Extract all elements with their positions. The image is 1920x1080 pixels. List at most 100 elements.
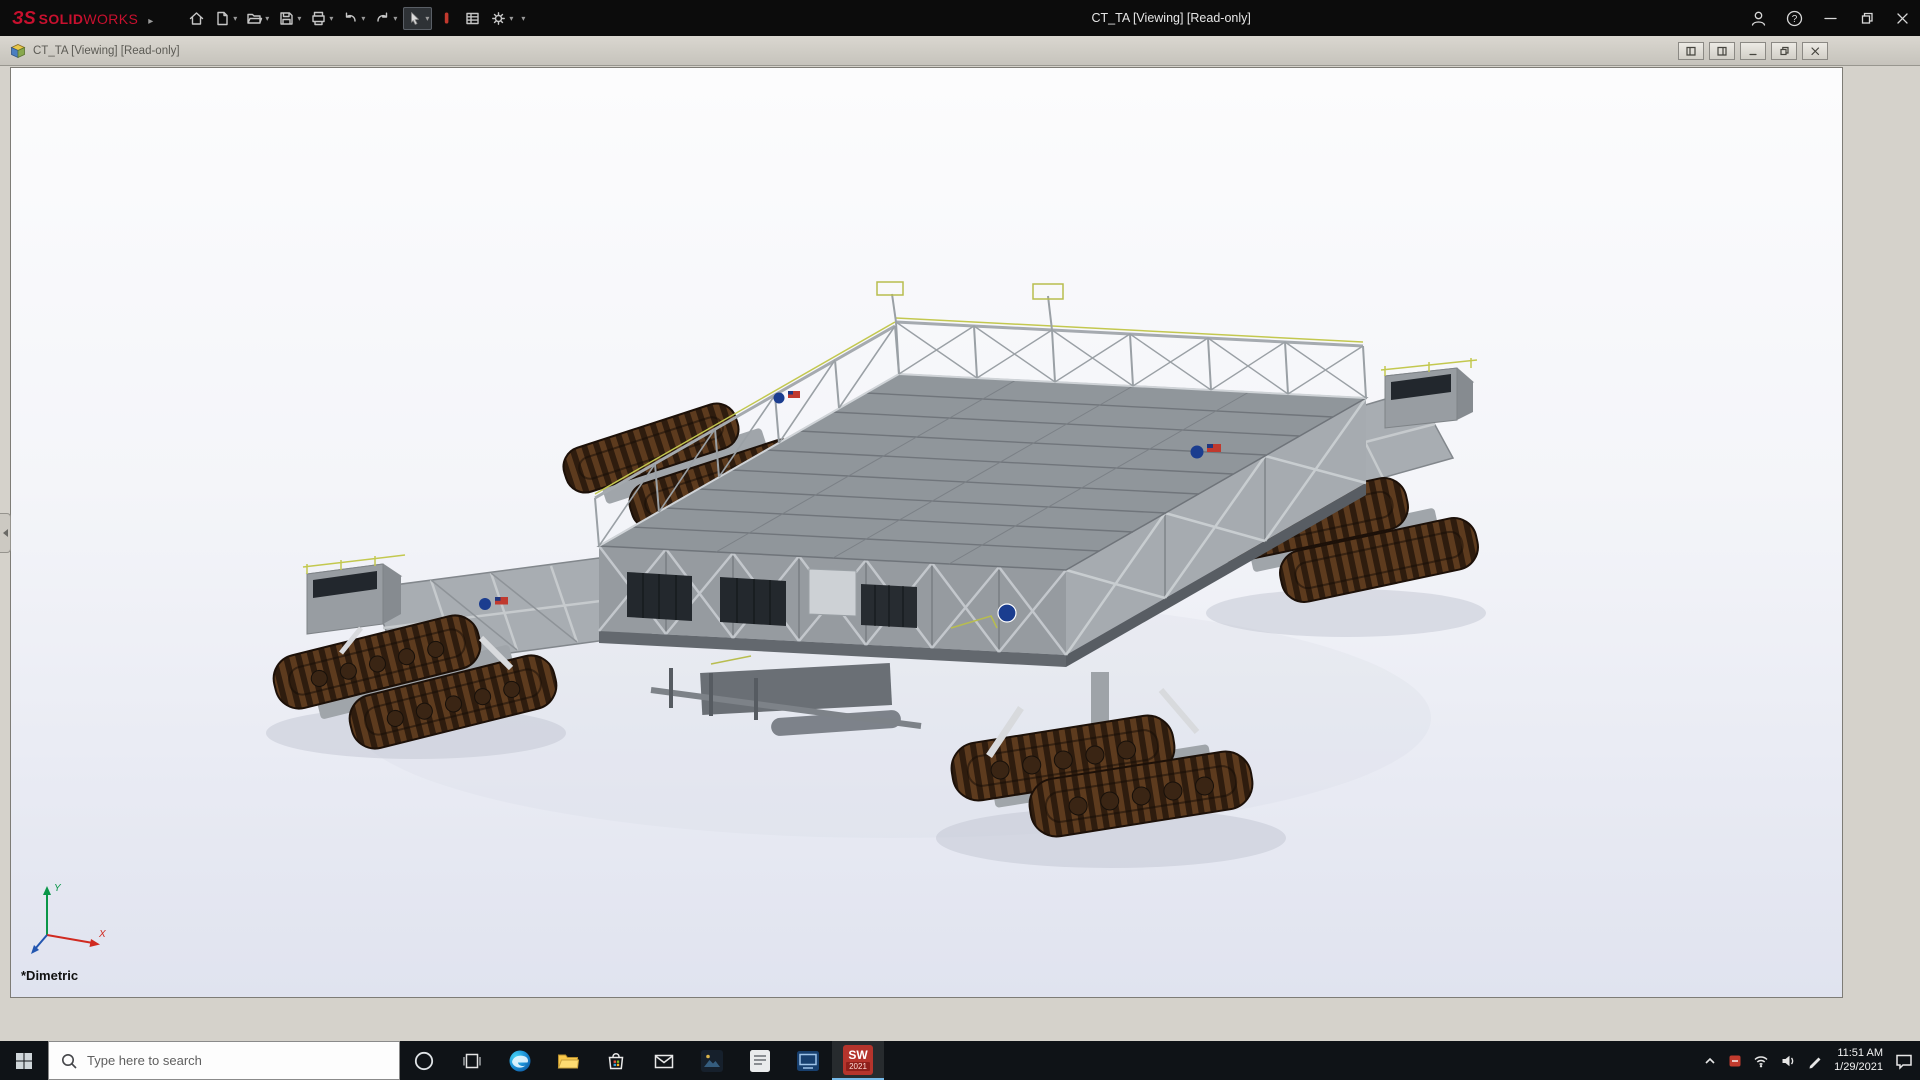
- menu-expand-arrow-icon[interactable]: ▸: [148, 16, 153, 27]
- mail-button[interactable]: [640, 1041, 688, 1080]
- chevron-down-icon[interactable]: ▾: [329, 14, 333, 23]
- wifi-icon: [1753, 1053, 1769, 1069]
- undo-icon: [342, 10, 359, 27]
- minimize-button[interactable]: [1812, 0, 1848, 36]
- pane-left-icon: [1684, 44, 1698, 58]
- volume-button[interactable]: [1780, 1053, 1796, 1069]
- save-button[interactable]: ▾: [275, 7, 304, 30]
- tray-app-button[interactable]: [1728, 1054, 1742, 1068]
- media-app-icon: [795, 1048, 821, 1074]
- task-view-button[interactable]: [448, 1041, 496, 1080]
- solidworks-logo-mark: ЗS: [12, 8, 36, 29]
- graphics-viewport[interactable]: Y X *Dimetric: [10, 67, 1843, 998]
- help-button[interactable]: ?: [1776, 0, 1812, 36]
- redo-icon: [374, 10, 391, 27]
- save-icon: [278, 10, 295, 27]
- restore-icon: [1777, 44, 1791, 58]
- chevron-up-icon: [1703, 1054, 1717, 1068]
- chevron-down-icon[interactable]: ▾: [393, 14, 397, 23]
- hidden-icons-button[interactable]: [1703, 1054, 1717, 1068]
- open-button[interactable]: ▾: [243, 7, 272, 30]
- close-icon: [1893, 9, 1912, 28]
- doc-close-button[interactable]: [1802, 42, 1828, 60]
- taskbar-clock[interactable]: 11:51 AM 1/29/2021: [1834, 1047, 1883, 1074]
- pane-right-button[interactable]: [1709, 42, 1735, 60]
- axis-x-label: X: [98, 929, 106, 940]
- solidworks-logo: ЗS SOLIDWORKS ▸: [0, 8, 159, 29]
- window-title: CT_TA [Viewing] [Read-only]: [1092, 11, 1251, 25]
- taskbar-search-input[interactable]: Type here to search: [48, 1041, 400, 1080]
- featuremanager-collapse-handle[interactable]: [0, 513, 11, 553]
- pen-marker-icon: [438, 10, 455, 27]
- photos-app-icon: [699, 1048, 725, 1074]
- search-icon: [60, 1052, 78, 1070]
- more-tools-chevron-icon[interactable]: ▾: [521, 14, 525, 23]
- clock-date: 1/29/2021: [1834, 1061, 1883, 1075]
- chevron-down-icon[interactable]: ▾: [297, 14, 301, 23]
- select-cursor-icon: [406, 10, 423, 27]
- doc-minimize-button[interactable]: [1740, 42, 1766, 60]
- brand-text-works: WORKS: [83, 11, 138, 27]
- client-area: Y X *Dimetric: [0, 66, 1920, 1041]
- print-button[interactable]: ▾: [307, 7, 336, 30]
- new-file-button[interactable]: ▾: [211, 7, 240, 30]
- document-window-controls: [1678, 42, 1828, 60]
- pane-left-button[interactable]: [1678, 42, 1704, 60]
- chevron-down-icon[interactable]: ▾: [509, 14, 513, 23]
- action-center-button[interactable]: [1894, 1051, 1914, 1071]
- solidworks-app-icon: SW 2021: [843, 1045, 873, 1075]
- media-app-button[interactable]: [784, 1041, 832, 1080]
- right-cab: [1381, 358, 1477, 428]
- restore-icon: [1857, 9, 1876, 28]
- system-tray: 11:51 AM 1/29/2021: [1703, 1041, 1920, 1080]
- chevron-down-icon[interactable]: ▾: [361, 14, 365, 23]
- quick-access-toolbar: ▾ ▾ ▾ ▾ ▾ ▾ ▾: [185, 7, 525, 30]
- minimize-icon: [1746, 44, 1760, 58]
- options-button[interactable]: ▾: [487, 7, 516, 30]
- doc-restore-button[interactable]: [1771, 42, 1797, 60]
- print-icon: [310, 10, 327, 27]
- chevron-down-icon[interactable]: ▾: [233, 14, 237, 23]
- pane-right-icon: [1715, 44, 1729, 58]
- clock-time: 11:51 AM: [1837, 1047, 1883, 1061]
- edge-icon: [507, 1048, 533, 1074]
- cortana-icon: [413, 1050, 435, 1072]
- store-button[interactable]: [592, 1041, 640, 1080]
- orientation-triad: Y X: [29, 879, 113, 959]
- restore-button[interactable]: [1848, 0, 1884, 36]
- edge-browser-button[interactable]: [496, 1041, 544, 1080]
- crawler-transporter-model: [11, 68, 1843, 998]
- redo-button[interactable]: ▾: [371, 7, 400, 30]
- pen-settings-button[interactable]: [1807, 1053, 1823, 1069]
- photos-app-button[interactable]: [688, 1041, 736, 1080]
- cortana-button[interactable]: [400, 1041, 448, 1080]
- undo-button[interactable]: ▾: [339, 7, 368, 30]
- mail-icon: [652, 1049, 676, 1073]
- open-folder-icon: [246, 10, 263, 27]
- chevron-down-icon[interactable]: ▾: [265, 14, 269, 23]
- document-icon: [10, 43, 26, 59]
- home-button[interactable]: [185, 7, 208, 30]
- close-icon: [1808, 44, 1822, 58]
- account-button[interactable]: [1740, 0, 1776, 36]
- solidworks-taskbar-button[interactable]: SW 2021: [832, 1041, 884, 1080]
- tray-app-icon: [1728, 1054, 1742, 1068]
- axis-y-label: Y: [54, 883, 62, 894]
- solidworks-year: 2021: [846, 1062, 870, 1071]
- chevron-down-icon[interactable]: ▾: [425, 14, 429, 23]
- network-button[interactable]: [1753, 1053, 1769, 1069]
- speaker-icon: [1780, 1053, 1796, 1069]
- action-center-icon: [1894, 1051, 1914, 1071]
- windows-taskbar: Type here to search: [0, 1041, 1920, 1080]
- document-window-bar: CT_TA [Viewing] [Read-only]: [0, 36, 1920, 66]
- document-app-button[interactable]: [736, 1041, 784, 1080]
- file-explorer-button[interactable]: [544, 1041, 592, 1080]
- windows-logo-icon: [14, 1051, 34, 1071]
- close-button[interactable]: [1884, 0, 1920, 36]
- home-icon: [188, 10, 205, 27]
- file-properties-button[interactable]: [461, 7, 484, 30]
- screen: ЗS SOLIDWORKS ▸ ▾ ▾ ▾ ▾: [0, 0, 1920, 1080]
- select-button[interactable]: ▾: [403, 7, 432, 30]
- pen-marker-button[interactable]: [435, 7, 458, 30]
- start-button[interactable]: [0, 1041, 48, 1080]
